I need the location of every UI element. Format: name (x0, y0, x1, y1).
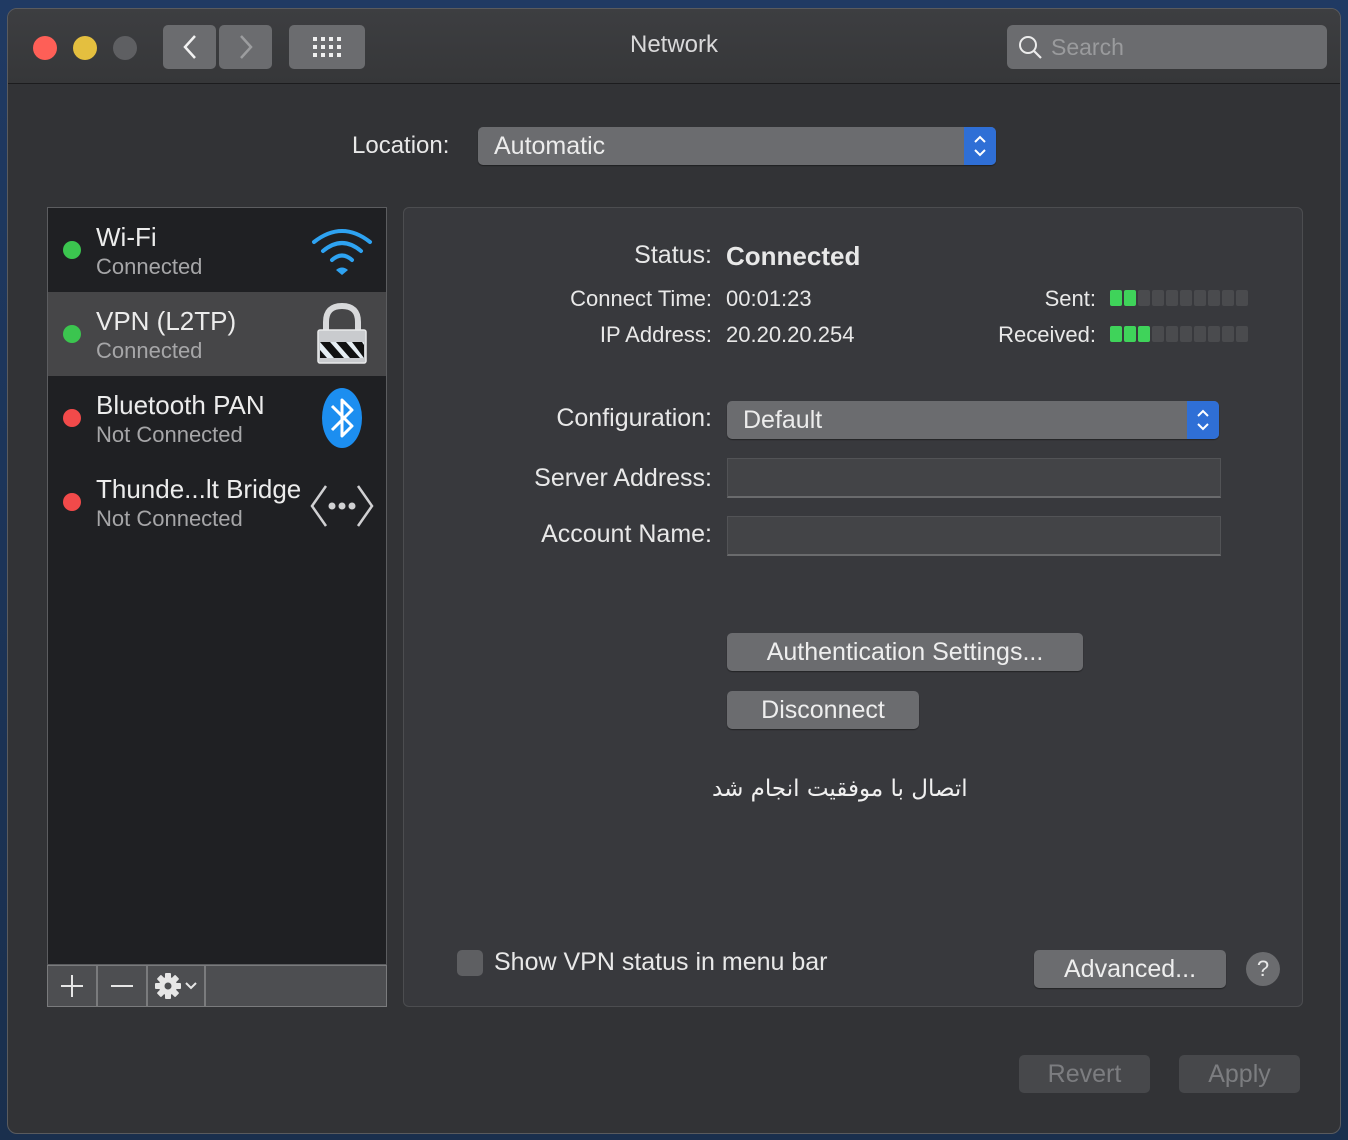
received-meter-segment (1166, 326, 1178, 342)
updown-chevron-icon (1187, 401, 1219, 439)
service-item-thunderbolt-bridge[interactable]: Thunde...lt Bridge Not Connected (48, 460, 386, 544)
ip-address-value: 20.20.20.254 (726, 322, 855, 347)
status-dot-disconnected (63, 409, 81, 427)
show-vpn-status-label[interactable]: Show VPN status in menu bar (494, 948, 828, 977)
search-icon (1019, 36, 1042, 59)
received-meter-segment (1124, 326, 1136, 342)
show-vpn-status-checkbox[interactable] (457, 950, 483, 976)
action-menu-button[interactable] (148, 966, 206, 1006)
wifi-icon (312, 229, 372, 275)
server-address-input[interactable] (727, 458, 1221, 498)
titlebar: Network (8, 9, 1340, 84)
remove-service-button[interactable] (98, 966, 148, 1006)
lock-icon (317, 302, 367, 364)
service-status: Connected (96, 338, 203, 363)
thunderbolt-bridge-icon (310, 485, 374, 527)
sent-meter-segment (1180, 290, 1192, 306)
status-dot-connected (63, 241, 81, 259)
configuration-value: Default (743, 405, 823, 434)
help-button[interactable]: ? (1246, 952, 1280, 986)
service-list: Wi-Fi Connected VPN (L2TP) Connected Blu… (47, 207, 387, 965)
received-meter-segment (1138, 326, 1150, 342)
connection-message: اتصال با موفقیت انجام شد (712, 776, 968, 802)
received-meter-segment (1208, 326, 1220, 342)
add-service-button[interactable] (48, 966, 98, 1006)
sent-meter-segment (1236, 290, 1248, 306)
connect-time-value: 00:01:23 (726, 286, 812, 311)
received-meter-segment (1152, 326, 1164, 342)
service-status: Not Connected (96, 506, 243, 531)
minus-icon (111, 985, 133, 987)
gear-icon (155, 973, 181, 999)
plus-icon (61, 975, 83, 997)
apply-button[interactable]: Apply (1179, 1055, 1300, 1093)
sent-label: Sent: (1044, 286, 1096, 311)
service-name: Thunde...lt Bridge (96, 474, 302, 504)
service-list-toolbar (47, 965, 387, 1007)
chevron-down-icon (185, 982, 197, 990)
service-status: Not Connected (96, 422, 243, 447)
revert-button[interactable]: Revert (1019, 1055, 1150, 1093)
service-item-wifi[interactable]: Wi-Fi Connected (48, 208, 386, 292)
received-meter-segment (1194, 326, 1206, 342)
configuration-popup[interactable]: Default (727, 401, 1219, 439)
received-meter-segment (1222, 326, 1234, 342)
sent-meter-segment (1152, 290, 1164, 306)
location-label: Location: (352, 132, 450, 159)
account-name-input[interactable] (727, 516, 1221, 556)
sent-meter-segment (1208, 290, 1220, 306)
location-value: Automatic (494, 131, 606, 160)
received-meter-segment (1180, 326, 1192, 342)
updown-chevron-icon (964, 127, 996, 165)
received-meter-segment (1236, 326, 1248, 342)
bluetooth-icon (322, 388, 362, 448)
authentication-settings-button[interactable]: Authentication Settings... (727, 633, 1083, 671)
service-name: VPN (L2TP) (96, 306, 237, 336)
service-item-vpn[interactable]: VPN (L2TP) Connected (48, 292, 386, 376)
service-item-bluetooth-pan[interactable]: Bluetooth PAN Not Connected (48, 376, 386, 460)
sent-meter-segment (1138, 290, 1150, 306)
received-label: Received: (998, 322, 1096, 347)
sent-meter (1110, 290, 1248, 306)
ip-address-label: IP Address: (599, 322, 712, 347)
location-popup[interactable]: Automatic (478, 127, 996, 165)
sent-meter-segment (1194, 290, 1206, 306)
network-preferences-window: Network Location: Automatic Wi-Fi Connec… (7, 8, 1341, 1134)
sent-meter-segment (1124, 290, 1136, 306)
connect-time-label: Connect Time: (570, 286, 712, 311)
service-name: Wi-Fi (96, 222, 157, 252)
sent-meter-segment (1166, 290, 1178, 306)
received-meter-segment (1110, 326, 1122, 342)
server-address-label: Server Address: (534, 464, 712, 492)
search-field[interactable] (1007, 25, 1327, 69)
status-value: Connected (726, 241, 861, 271)
search-input[interactable] (1051, 33, 1311, 61)
sent-meter-segment (1222, 290, 1234, 306)
received-meter (1110, 326, 1248, 342)
advanced-button[interactable]: Advanced... (1034, 950, 1226, 988)
status-dot-disconnected (63, 493, 81, 511)
status-label: Status: (634, 241, 712, 269)
sent-meter-segment (1110, 290, 1122, 306)
vpn-detail-panel: Status: Connected Connect Time: 00:01:23… (403, 207, 1303, 1007)
service-name: Bluetooth PAN (96, 390, 265, 420)
account-name-label: Account Name: (541, 520, 712, 548)
configuration-label: Configuration: (556, 404, 712, 432)
service-status: Connected (96, 254, 203, 279)
disconnect-button[interactable]: Disconnect (727, 691, 919, 729)
status-dot-connected (63, 325, 81, 343)
